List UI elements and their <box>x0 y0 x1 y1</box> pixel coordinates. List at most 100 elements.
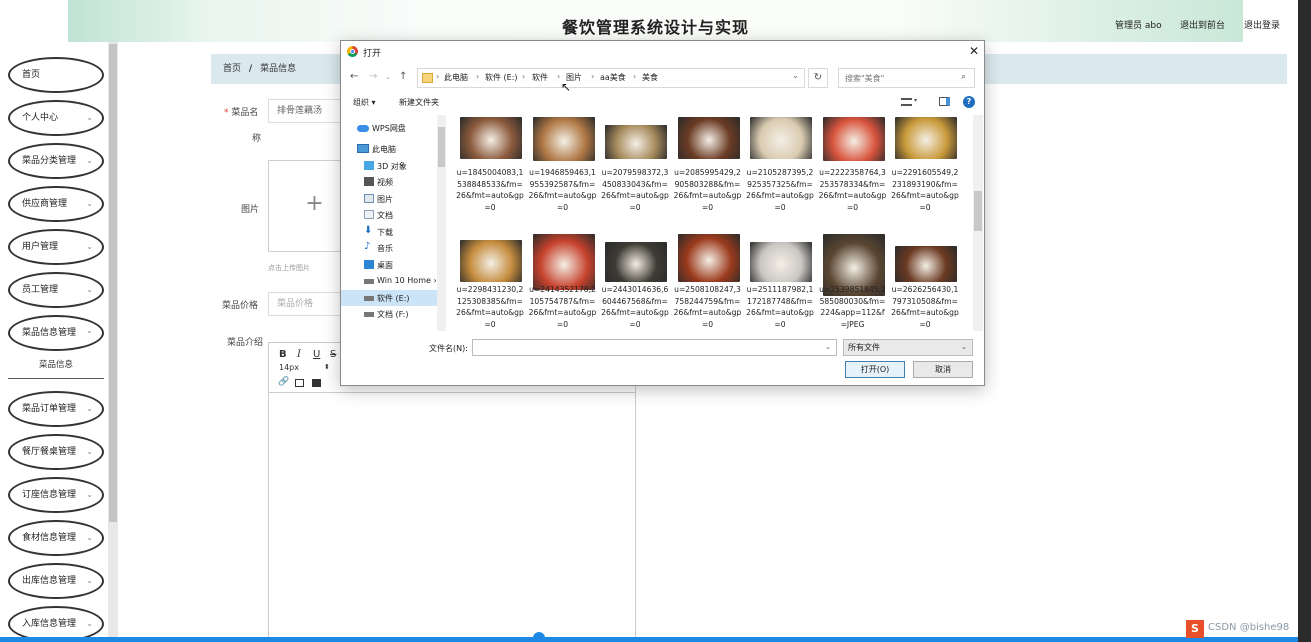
image-icon[interactable] <box>295 379 304 387</box>
image-thumbnail <box>822 117 885 161</box>
video-icon[interactable] <box>312 379 321 387</box>
font-size-select[interactable]: 14px <box>279 363 299 372</box>
file-tile[interactable]: u=2105287395,2925357325&fm=26&fmt=auto&g… <box>745 117 815 229</box>
italic-icon[interactable]: I <box>297 349 301 360</box>
file-tile[interactable]: u=2508108247,3758244759&fm=26&fmt=auto&g… <box>673 234 743 331</box>
chevron-down-icon[interactable]: ⌄ <box>825 343 831 351</box>
close-icon[interactable]: ✕ <box>969 44 979 58</box>
view-chevron-icon[interactable]: ▾ <box>914 97 917 104</box>
path-segment[interactable]: aa美食 <box>600 72 626 83</box>
file-tile[interactable]: u=2079598372,3450833043&fm=26&fmt=auto&g… <box>600 117 670 229</box>
logout-link[interactable]: 退出登录 <box>1244 18 1280 31</box>
sidebar-item-tables[interactable]: 餐厅餐桌管理 ⌄ <box>8 434 104 470</box>
nav-item-3d[interactable]: 3D 对象 <box>341 158 437 174</box>
link-icon[interactable]: 🔗 <box>278 377 289 387</box>
history-chevron-icon[interactable]: ⌄ <box>385 73 391 81</box>
forward-arrow-icon[interactable]: → <box>369 71 377 82</box>
sidebar-item-staff[interactable]: 员工管理 ⌄ <box>8 272 104 308</box>
path-segment[interactable]: 此电脑 <box>444 72 468 83</box>
drive-icon <box>364 279 374 284</box>
sidebar-item-profile[interactable]: 个人中心 ⌄ <box>8 100 104 136</box>
cancel-button[interactable]: 取消 <box>913 361 973 378</box>
sidebar-item-label: 订座信息管理 <box>22 490 77 500</box>
chevron-right-icon: › <box>476 72 480 81</box>
search-icon[interactable]: ⌕ <box>961 72 966 82</box>
sidebar-item-supplier[interactable]: 供应商管理 ⌄ <box>8 186 104 222</box>
price-input[interactable]: 菜品价格 <box>268 292 348 316</box>
sidebar-item-outbound[interactable]: 出库信息管理 ⌄ <box>8 563 104 599</box>
open-button[interactable]: 打开(O) <box>845 361 905 378</box>
dish-name-input[interactable]: 排骨莲藕汤 <box>268 99 348 123</box>
nav-item-this-pc[interactable]: 此电脑 <box>341 141 437 157</box>
chevron-down-icon[interactable]: ⌄ <box>792 71 799 80</box>
file-tile[interactable]: u=2291605549,2231893190&fm=26&fmt=auto&g… <box>890 117 960 229</box>
file-name: u=2105287395,2925357325&fm=26&fmt=auto&g… <box>746 168 814 212</box>
sidebar-item-ingredients[interactable]: 食材信息管理 ⌄ <box>8 520 104 556</box>
view-icon[interactable] <box>901 98 912 106</box>
nav-item-pictures[interactable]: 图片 <box>341 191 437 207</box>
nav-item-documents[interactable]: 文档 <box>341 207 437 223</box>
sidebar-item-home[interactable]: 首页 <box>8 57 104 93</box>
filename-input[interactable] <box>472 339 837 356</box>
image-thumbnail <box>532 234 595 290</box>
file-tile[interactable]: u=2414352178,2105754787&fm=26&fmt=auto&g… <box>528 234 598 331</box>
nav-item-videos[interactable]: 视频 <box>341 174 437 190</box>
file-tile[interactable]: u=2085995429,2905803288&fm=26&fmt=auto&g… <box>673 117 743 229</box>
nav-item-drive-f[interactable]: 文档 (F:) <box>341 306 437 322</box>
file-tile[interactable]: u=2511187982,1172187748&fm=26&fmt=auto&g… <box>745 234 815 331</box>
search-input[interactable]: 搜索"美食" ⌕ <box>838 68 975 88</box>
chevron-down-icon: ⌄ <box>86 199 93 208</box>
sidebar-item-reservations[interactable]: 订座信息管理 ⌄ <box>8 477 104 513</box>
file-tile[interactable]: u=2443014636,6604467568&fm=26&fmt=auto&g… <box>600 234 670 331</box>
rich-text-editor[interactable]: B I U S 14px ⬍ 🔗 <box>268 342 636 642</box>
back-arrow-icon[interactable]: ← <box>350 71 358 82</box>
dialog-titlebar[interactable]: 打开 ✕ <box>341 41 984 63</box>
refresh-icon[interactable]: ↻ <box>808 68 828 88</box>
nav-item-desktop[interactable]: 桌面 <box>341 257 437 273</box>
upload-tip: 点击上传图片 <box>268 264 310 272</box>
breadcrumb-home[interactable]: 首页 <box>223 64 241 74</box>
sidebar-item-dish-category[interactable]: 菜品分类管理 ⌄ <box>8 143 104 179</box>
nav-item-drive-c[interactable]: Win 10 Home › <box>341 273 437 289</box>
progress-handle[interactable] <box>533 632 545 642</box>
up-arrow-icon[interactable]: ↑ <box>399 71 407 82</box>
path-segment[interactable]: 软件 (E:) <box>485 72 518 83</box>
file-tile[interactable]: u=2298431230,2125308385&fm=26&fmt=auto&g… <box>455 234 525 331</box>
chevron-down-icon[interactable]: ⌄ <box>961 343 967 351</box>
chevron-down-icon: ⌄ <box>86 242 93 251</box>
file-tile[interactable]: u=1946859463,1955392587&fm=26&fmt=auto&g… <box>528 117 598 229</box>
path-segment[interactable]: 美食 <box>642 72 658 83</box>
music-icon: ♪ <box>364 241 371 252</box>
path-segment[interactable]: 软件 <box>532 72 548 83</box>
underline-icon[interactable]: U <box>313 349 320 360</box>
nav-item-wps[interactable]: WPS网盘 <box>341 120 437 136</box>
nav-item-drive-e[interactable]: 软件 (E:) <box>341 290 437 306</box>
file-tile[interactable]: u=2539851845,2585080030&fm=224&app=112&f… <box>818 234 888 331</box>
to-front-link[interactable]: 退出到前台 <box>1180 18 1225 31</box>
organize-button[interactable]: 组织 ▾ <box>353 97 376 108</box>
address-bar[interactable]: › 此电脑 › 软件 (E:) › 软件 › 图片 › aa美食 › 美食 ⌄ <box>417 68 805 88</box>
sidebar-scroll-thumb[interactable] <box>109 44 117 522</box>
sidebar-subitem-dish-info[interactable]: 菜品信息 <box>8 351 104 379</box>
nav-scroll-thumb[interactable] <box>438 127 445 167</box>
help-icon[interactable]: ? <box>963 96 975 108</box>
sidebar-item-dish-info[interactable]: 菜品信息管理 ⌄ <box>8 315 104 351</box>
file-tile[interactable]: u=2626256430,1797310508&fm=26&fmt=auto&g… <box>890 234 960 331</box>
file-tile[interactable]: u=1845004083,1538848533&fm=26&fmt=auto&g… <box>455 117 525 229</box>
bold-icon[interactable]: B <box>279 349 287 360</box>
download-icon: ⬇ <box>364 225 373 236</box>
image-thumbnail <box>605 242 667 282</box>
nav-item-downloads[interactable]: ⬇ 下载 <box>341 224 437 240</box>
new-folder-button[interactable]: 新建文件夹 <box>399 97 439 108</box>
file-type-select[interactable]: 所有文件 <box>843 339 973 356</box>
nav-item-music[interactable]: ♪ 音乐 <box>341 240 437 256</box>
nav-item-label: 视频 <box>377 178 393 187</box>
sidebar-item-dish-orders[interactable]: 菜品订单管理 ⌄ <box>8 391 104 427</box>
preview-pane-icon[interactable] <box>939 97 950 106</box>
image-thumbnail <box>460 240 522 282</box>
sidebar-item-label: 用户管理 <box>22 242 59 252</box>
sidebar-item-users[interactable]: 用户管理 ⌄ <box>8 229 104 265</box>
file-scroll-thumb[interactable] <box>974 191 982 231</box>
file-tile[interactable]: u=2222358764,3253578334&fm=26&fmt=auto&g… <box>818 117 888 229</box>
strikethrough-icon[interactable]: S <box>330 349 336 360</box>
